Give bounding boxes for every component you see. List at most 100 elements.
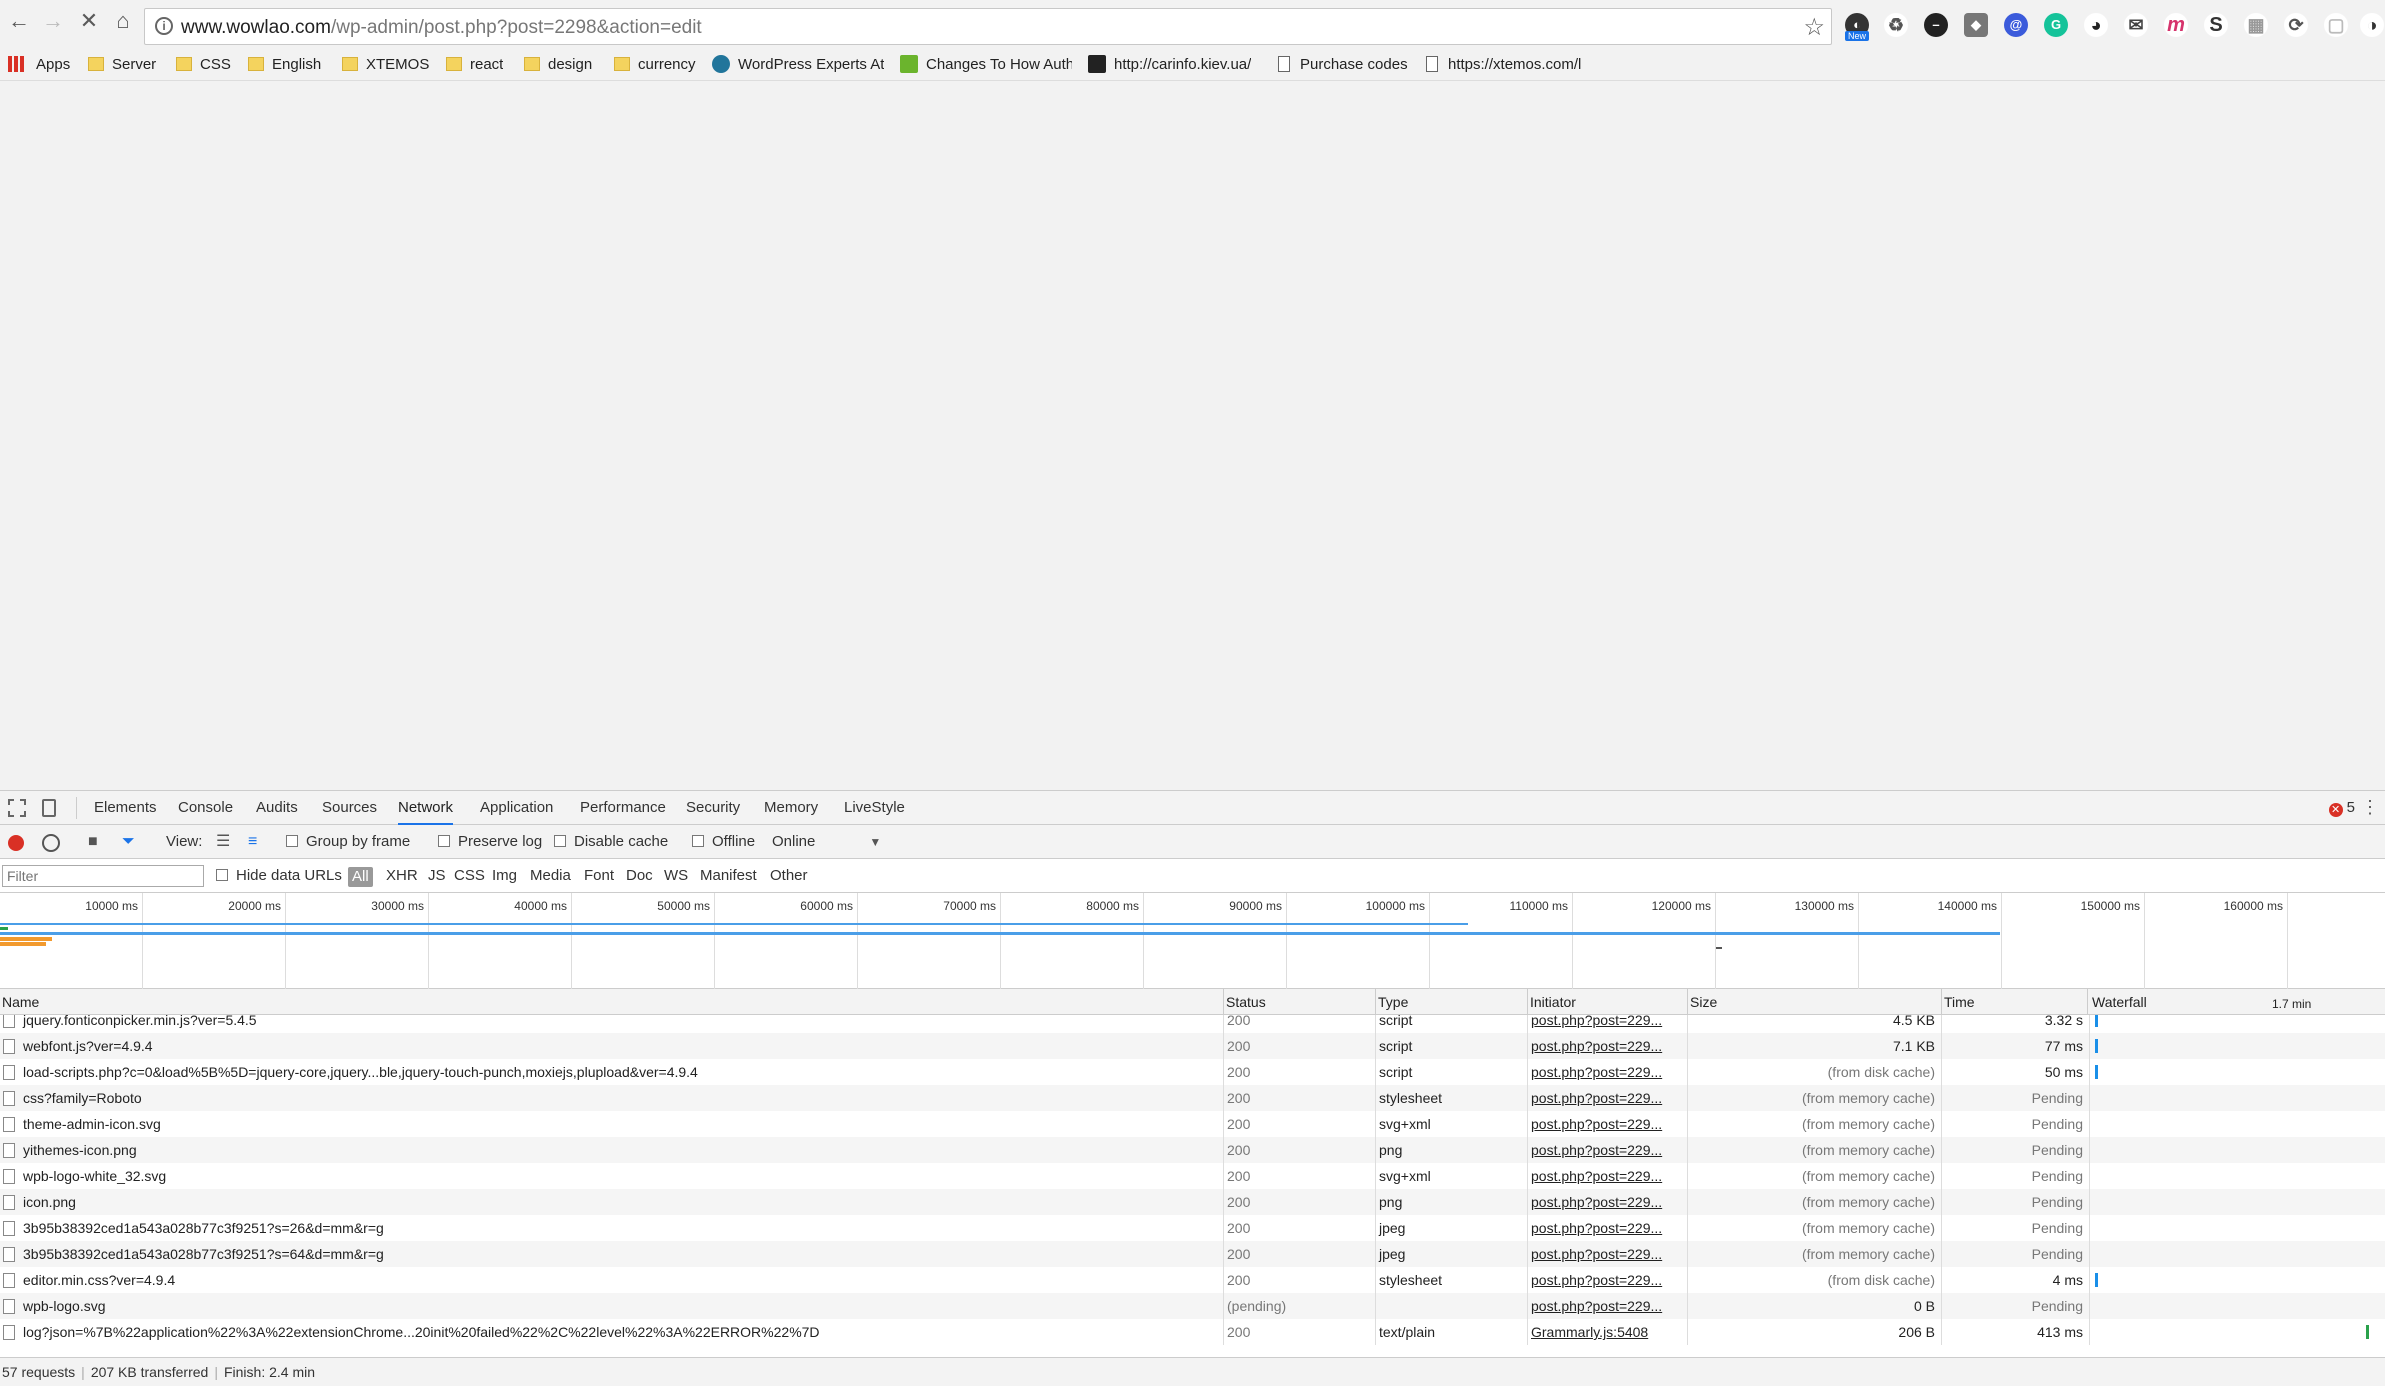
column-header-time[interactable]: Time	[1942, 989, 2088, 1015]
extension-icon[interactable]: ⟳	[2284, 13, 2308, 37]
offline-checkbox[interactable]: Offline	[692, 825, 755, 859]
cell-name[interactable]: icon.png	[0, 1189, 1224, 1215]
table-row[interactable]: theme-admin-icon.svg 200 svg+xml post.php?p…	[0, 1111, 2385, 1137]
record-icon[interactable]	[8, 835, 24, 851]
bookmark-purchase-codes[interactable]: Purchase codes	[1278, 54, 1408, 76]
tab-audits[interactable]: Audits	[256, 791, 298, 825]
tab-sources[interactable]: Sources	[322, 791, 377, 825]
column-header-name[interactable]: Name	[0, 989, 1224, 1015]
extension-icon[interactable]: ◑	[2360, 13, 2384, 37]
cell-initiator[interactable]: post.php?post=229...	[1528, 1111, 1688, 1137]
hide-data-urls-checkbox[interactable]: Hide data URLs	[216, 859, 342, 893]
cell-initiator[interactable]: post.php?post=229...	[1528, 1137, 1688, 1163]
cell-name[interactable]: wpb-logo.svg	[0, 1293, 1224, 1319]
filter-type-ws[interactable]: WS	[664, 859, 688, 893]
panda-icon[interactable]: ◕	[2084, 13, 2108, 37]
cell-initiator[interactable]: post.php?post=229...	[1528, 1241, 1688, 1267]
cell-initiator[interactable]: post.php?post=229...	[1528, 1085, 1688, 1111]
large-rows-icon[interactable]: ☰	[216, 825, 230, 859]
throttling-select[interactable]: Online ▼	[772, 825, 881, 859]
filter-type-js[interactable]: JS	[428, 859, 446, 893]
preserve-log-checkbox[interactable]: Preserve log	[438, 825, 542, 859]
filter-type-media[interactable]: Media	[530, 859, 571, 893]
cell-initiator[interactable]: post.php?post=229...	[1528, 1163, 1688, 1189]
network-overview-timeline[interactable]: 170 160000 ms 150000 ms 140000 ms 130000 ms 1…	[0, 893, 2385, 989]
cell-name[interactable]: 3b95b38392ced1a543a028b77c3f9251?s=64&d=…	[0, 1241, 1224, 1267]
site-info-icon[interactable]: i	[155, 17, 173, 35]
group-by-frame-checkbox[interactable]: Group by frame	[286, 825, 410, 859]
cell-initiator[interactable]: Grammarly.js:5408	[1528, 1319, 1688, 1345]
table-row[interactable]: editor.min.css?ver=4.9.4 200 stylesheet pos…	[0, 1267, 2385, 1293]
cell-name[interactable]: jquery.fonticonpicker.min.js?ver=5.4.5	[0, 1015, 1224, 1033]
tab-network[interactable]: Network	[398, 791, 454, 825]
bookmark-folder-currency[interactable]: currency	[614, 54, 696, 76]
table-row[interactable]: 3b95b38392ced1a543a028b77c3f9251?s=26&d=…	[0, 1215, 2385, 1241]
filter-type-manifest[interactable]: Manifest	[700, 859, 757, 893]
cell-initiator[interactable]: post.php?post=229...	[1528, 1189, 1688, 1215]
tab-livestyle[interactable]: LiveStyle	[844, 791, 905, 825]
column-header-size[interactable]: Size	[1688, 989, 1942, 1015]
filter-type-all[interactable]: All	[348, 867, 373, 887]
filter-type-other[interactable]: Other	[770, 859, 808, 893]
cell-initiator[interactable]: post.php?post=229...	[1528, 1015, 1688, 1033]
cell-initiator[interactable]: post.php?post=229...	[1528, 1059, 1688, 1085]
cell-name[interactable]: yithemes-icon.png	[0, 1137, 1224, 1163]
bookmark-folder-english[interactable]: English	[248, 54, 321, 76]
cell-initiator[interactable]: post.php?post=229...	[1528, 1215, 1688, 1241]
filter-type-css[interactable]: CSS	[454, 859, 485, 893]
extension-icon[interactable]: ▦	[2244, 13, 2268, 37]
back-arrow-icon[interactable]: ←	[6, 8, 32, 34]
table-row[interactable]: wpb-logo-white_32.svg 200 svg+xml post.php?…	[0, 1163, 2385, 1189]
tab-memory[interactable]: Memory	[764, 791, 818, 825]
column-header-waterfall[interactable]: Waterfall 1.7 min	[2090, 989, 2385, 1015]
tab-application[interactable]: Application	[480, 791, 553, 825]
column-header-status[interactable]: Status	[1224, 989, 1376, 1015]
filter-type-img[interactable]: Img	[492, 859, 517, 893]
extension-icon[interactable]: m	[2164, 13, 2188, 37]
capture-screenshots-icon[interactable]: ■	[88, 825, 98, 859]
extension-icon[interactable]: S	[2204, 13, 2228, 37]
bookmark-folder-design[interactable]: design	[524, 54, 592, 76]
clear-icon[interactable]	[42, 834, 60, 852]
table-row[interactable]: log?json=%7B%22application%22%3A%22exten…	[0, 1319, 2385, 1345]
bookmark-folder-css[interactable]: CSS	[176, 54, 231, 76]
home-icon[interactable]: ⌂	[110, 8, 136, 34]
stop-loading-icon[interactable]: ✕	[76, 8, 102, 34]
recycle-extension-icon[interactable]: ♻	[1884, 13, 1908, 37]
disable-cache-checkbox[interactable]: Disable cache	[554, 825, 668, 859]
tab-elements[interactable]: Elements	[94, 791, 157, 825]
extension-icon[interactable]: ◆	[1964, 13, 1988, 37]
address-bar[interactable]: i www.wowlao.com/wp-admin/post.php?post=…	[144, 8, 1832, 45]
bookmark-folder-xtemos[interactable]: XTEMOS	[342, 54, 429, 76]
bookmark-changes-auth[interactable]: Changes To How Auth	[900, 54, 1072, 76]
cell-name[interactable]: editor.min.css?ver=4.9.4	[0, 1267, 1224, 1293]
extension-icon[interactable]: –	[1924, 13, 1948, 37]
bookmark-folder-server[interactable]: Server	[88, 54, 156, 76]
cell-initiator[interactable]: post.php?post=229...	[1528, 1267, 1688, 1293]
cell-name[interactable]: wpb-logo-white_32.svg	[0, 1163, 1224, 1189]
column-header-initiator[interactable]: Initiator	[1528, 989, 1688, 1015]
device-toolbar-icon[interactable]	[42, 799, 56, 817]
show-overview-icon[interactable]: ≡	[248, 825, 257, 859]
filter-type-doc[interactable]: Doc	[626, 859, 653, 893]
table-row[interactable]: jquery.fonticonpicker.min.js?ver=5.4.5 20…	[0, 1015, 2385, 1033]
table-row[interactable]: icon.png 200 png post.php?post=229... (from …	[0, 1189, 2385, 1215]
cell-name[interactable]: log?json=%7B%22application%22%3A%22exten…	[0, 1319, 1224, 1345]
cell-name[interactable]: theme-admin-icon.svg	[0, 1111, 1224, 1137]
cell-name[interactable]: load-scripts.php?c=0&load%5B%5D=jquery-c…	[0, 1059, 1224, 1085]
filter-type-font[interactable]: Font	[584, 859, 614, 893]
table-row[interactable]: webfont.js?ver=4.9.4 200 script post.php?po…	[0, 1033, 2385, 1059]
extension-icon[interactable]: @	[2004, 13, 2028, 37]
tab-security[interactable]: Security	[686, 791, 740, 825]
tab-console[interactable]: Console	[178, 791, 233, 825]
cell-initiator[interactable]: post.php?post=229...	[1528, 1293, 1688, 1319]
cell-name[interactable]: 3b95b38392ced1a543a028b77c3f9251?s=26&d=…	[0, 1215, 1224, 1241]
bookmark-carinfo[interactable]: http://carinfo.kiev.ua/	[1088, 54, 1251, 76]
column-header-type[interactable]: Type	[1376, 989, 1528, 1015]
address-url[interactable]: www.wowlao.com/wp-admin/post.php?post=22…	[181, 17, 702, 39]
table-row[interactable]: load-scripts.php?c=0&load%5B%5D=jquery-c…	[0, 1059, 2385, 1085]
cell-name[interactable]: webfont.js?ver=4.9.4	[0, 1033, 1224, 1059]
bookmark-xtemos-link[interactable]: https://xtemos.com/l	[1426, 54, 1596, 76]
forward-arrow-icon[interactable]: →	[40, 8, 66, 34]
filter-input[interactable]	[2, 865, 204, 887]
